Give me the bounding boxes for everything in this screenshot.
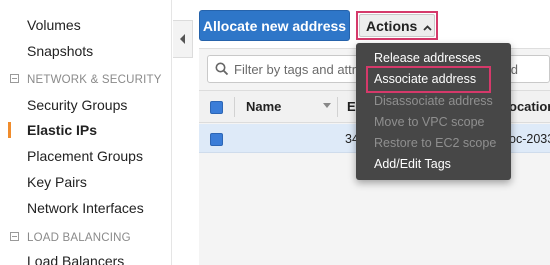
sidebar-collapse-toggle[interactable] [173, 20, 193, 58]
allocate-new-address-button[interactable]: Allocate new address [199, 10, 350, 41]
menu-item-associate-address[interactable]: Associate address [374, 72, 476, 86]
active-indicator [8, 122, 11, 138]
actions-button[interactable]: Actions [359, 14, 435, 37]
sidebar-item-elastic-ips[interactable]: Elastic IPs [27, 121, 97, 139]
sidebar-item-snapshots[interactable]: Snapshots [27, 42, 93, 60]
column-divider [337, 97, 338, 117]
menu-item-move-to-vpc: Move to VPC scope [374, 115, 485, 129]
column-header-ip[interactable]: E [347, 99, 356, 114]
sort-caret-icon[interactable] [323, 103, 331, 108]
caret-up-icon [423, 18, 432, 34]
column-header-name[interactable]: Name [246, 99, 281, 114]
menu-item-add-edit-tags[interactable]: Add/Edit Tags [374, 157, 451, 171]
sidebar-item-volumes[interactable]: Volumes [27, 16, 81, 34]
sidebar-item-key-pairs[interactable]: Key Pairs [27, 173, 87, 191]
actions-button-label: Actions [366, 17, 418, 34]
sidebar-item-network-interfaces[interactable]: Network Interfaces [27, 199, 144, 217]
cell-allocation-id: oc-2033 [509, 132, 550, 146]
section-load-balancing-label: LOAD BALANCING [27, 232, 131, 244]
select-all-checkbox[interactable] [210, 101, 223, 114]
sidebar-item-security-groups[interactable]: Security Groups [27, 96, 127, 114]
section-collapse-icon [10, 232, 19, 241]
sidebar: Volumes Snapshots NETWORK & SECURITY Sec… [0, 0, 172, 265]
section-network-security[interactable]: NETWORK & SECURITY [10, 74, 162, 86]
column-header-allocation[interactable]: ocation I [509, 99, 550, 114]
menu-item-release-addresses[interactable]: Release addresses [374, 51, 481, 65]
section-load-balancing[interactable]: LOAD BALANCING [10, 232, 131, 244]
section-collapse-icon [10, 74, 19, 83]
menu-item-restore-to-ec2: Restore to EC2 scope [374, 136, 497, 150]
menu-item-disassociate-address: Disassociate address [374, 94, 493, 108]
collapse-left-icon [179, 34, 185, 44]
sidebar-item-placement-groups[interactable]: Placement Groups [27, 147, 143, 165]
search-icon [215, 62, 229, 76]
column-divider [234, 97, 235, 117]
sidebar-item-load-balancers[interactable]: Load Balancers [27, 252, 124, 265]
section-network-security-label: NETWORK & SECURITY [27, 74, 162, 86]
row-checkbox[interactable] [210, 133, 223, 146]
